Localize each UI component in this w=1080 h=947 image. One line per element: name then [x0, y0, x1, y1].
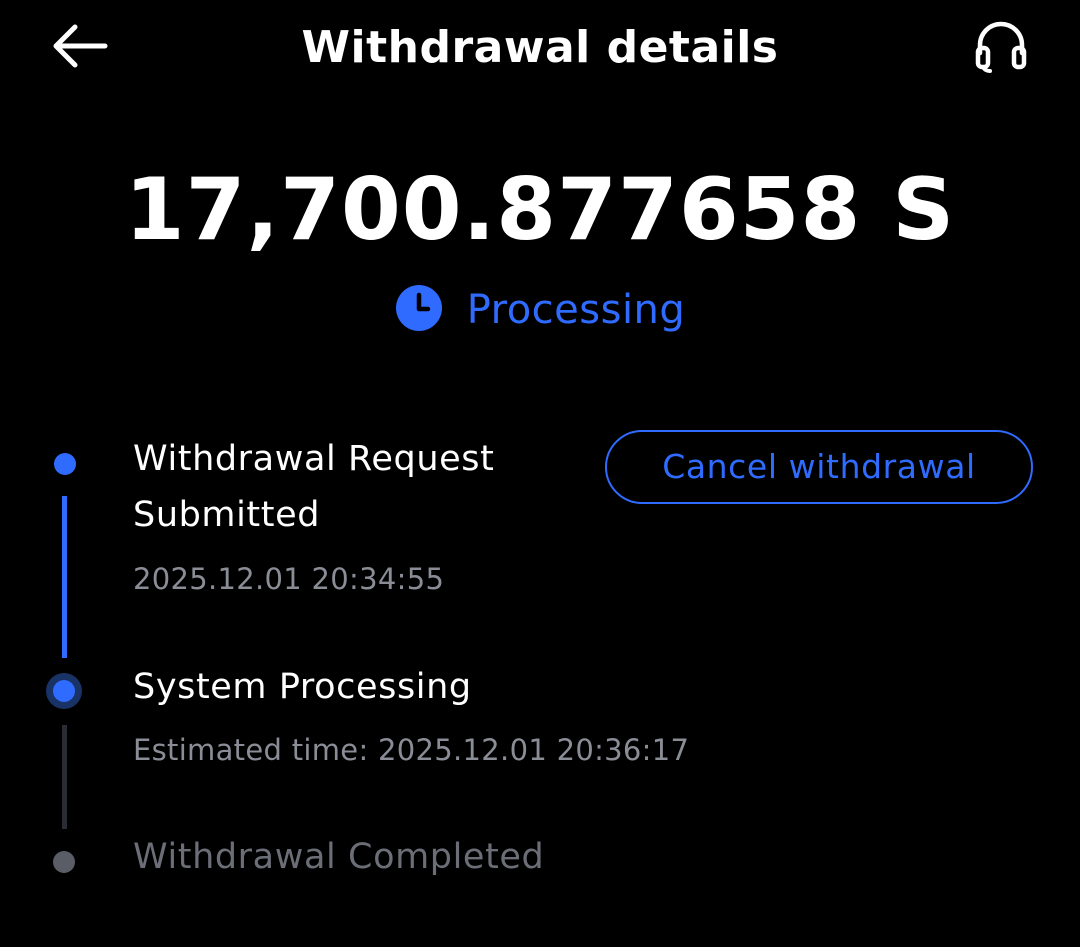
timeline-dot-processing-core: [53, 680, 75, 702]
page-title: Withdrawal details: [301, 22, 779, 73]
step-processing-title: System Processing: [133, 667, 472, 707]
timeline-line-inactive: [62, 725, 67, 829]
headset-icon: [970, 15, 1032, 79]
clock-icon: [395, 284, 443, 336]
step-completed-title: Withdrawal Completed: [133, 837, 545, 877]
timeline-line-active: [62, 496, 67, 658]
status-label: Processing: [466, 287, 686, 333]
timeline-dot-completed: [53, 851, 75, 873]
step-submitted-title-line2: Submitted: [133, 495, 321, 535]
customer-support-button[interactable]: [966, 16, 1036, 78]
timeline-dot-submitted: [54, 453, 76, 475]
cancel-withdrawal-button[interactable]: Cancel withdrawal: [605, 430, 1033, 504]
withdrawal-amount: 17,700.877658 S: [124, 160, 956, 260]
header-bar: Withdrawal details: [0, 0, 1080, 96]
status-indicator: Processing: [0, 280, 1080, 340]
step-submitted-timestamp: 2025.12.01 20:34:55: [133, 562, 445, 596]
step-processing-estimated-time: Estimated time: 2025.12.01 20:36:17: [133, 733, 690, 767]
step-submitted-title-line1: Withdrawal Request: [133, 439, 495, 479]
